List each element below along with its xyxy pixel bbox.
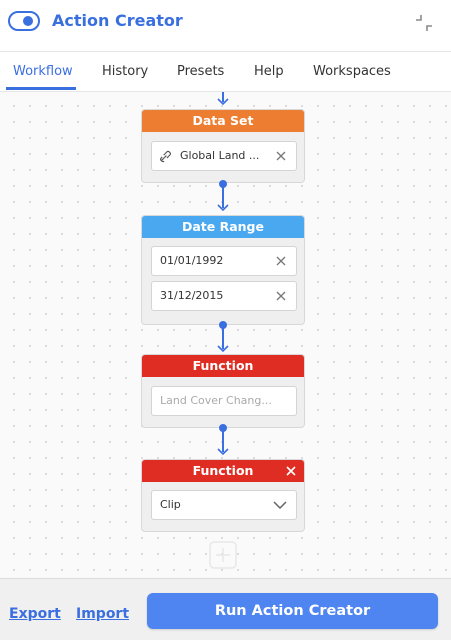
tab-workspaces[interactable]: Workspaces [313, 63, 391, 81]
node-function-2-title: Function [192, 463, 254, 478]
clear-icon[interactable] [276, 291, 286, 301]
clear-icon[interactable] [276, 151, 286, 161]
function-placeholder: Land Cover Chang... [160, 394, 272, 407]
add-node-icon[interactable] [209, 541, 237, 569]
function-select[interactable]: Clip [151, 490, 297, 520]
clear-icon[interactable] [276, 256, 286, 266]
tab-help[interactable]: Help [254, 63, 284, 81]
app-title: Action Creator [52, 11, 183, 30]
start-date-field[interactable]: 01/01/1992 [151, 246, 297, 276]
enable-toggle[interactable] [8, 11, 40, 31]
start-date-value: 01/01/1992 [160, 254, 224, 267]
link-icon [159, 150, 172, 163]
function-input[interactable]: Land Cover Chang... [151, 386, 297, 416]
action-creator-panel: Action Creator Workflow History Presets … [0, 0, 451, 640]
arrow-down-icon [217, 448, 229, 456]
export-link[interactable]: Export [9, 605, 61, 623]
node-function-1[interactable]: Function Land Cover Chang... [141, 354, 305, 428]
end-date-value: 31/12/2015 [160, 289, 224, 302]
run-action-creator-button[interactable]: Run Action Creator [147, 593, 438, 629]
arrow-down-icon [217, 204, 229, 212]
dataset-field[interactable]: Global Land ... [151, 141, 297, 171]
node-dataset-header: Data Set [142, 110, 304, 132]
node-date-range-header: Date Range [142, 216, 304, 238]
tab-presets[interactable]: Presets [177, 63, 224, 81]
end-date-field[interactable]: 31/12/2015 [151, 281, 297, 311]
arrow-down-icon [217, 345, 229, 353]
dataset-value: Global Land ... [180, 149, 260, 162]
tab-bar: Workflow History Presets Help Workspaces [0, 52, 451, 92]
node-date-range[interactable]: Date Range 01/01/1992 31/12/2015 [141, 215, 305, 325]
node-function-2-header: Function [142, 460, 304, 482]
close-icon[interactable] [285, 465, 297, 477]
function-selected-value: Clip [160, 498, 181, 511]
toggle-knob [23, 16, 33, 26]
node-function-2[interactable]: Function Clip [141, 459, 305, 532]
active-tab-indicator [6, 87, 76, 90]
arrow-down-icon [217, 98, 229, 106]
panel-header: Action Creator [0, 0, 451, 52]
collapse-icon[interactable] [413, 12, 435, 34]
workflow-canvas[interactable]: Data Set Global Land ... Date Range 01/0… [0, 92, 451, 578]
tab-workflow[interactable]: Workflow [13, 63, 73, 81]
chevron-down-icon [273, 501, 287, 510]
import-link[interactable]: Import [76, 605, 129, 623]
node-function-1-header: Function [142, 355, 304, 377]
tab-history[interactable]: History [102, 63, 148, 81]
panel-footer: Export Import Run Action Creator [0, 578, 451, 640]
node-dataset[interactable]: Data Set Global Land ... [141, 109, 305, 183]
